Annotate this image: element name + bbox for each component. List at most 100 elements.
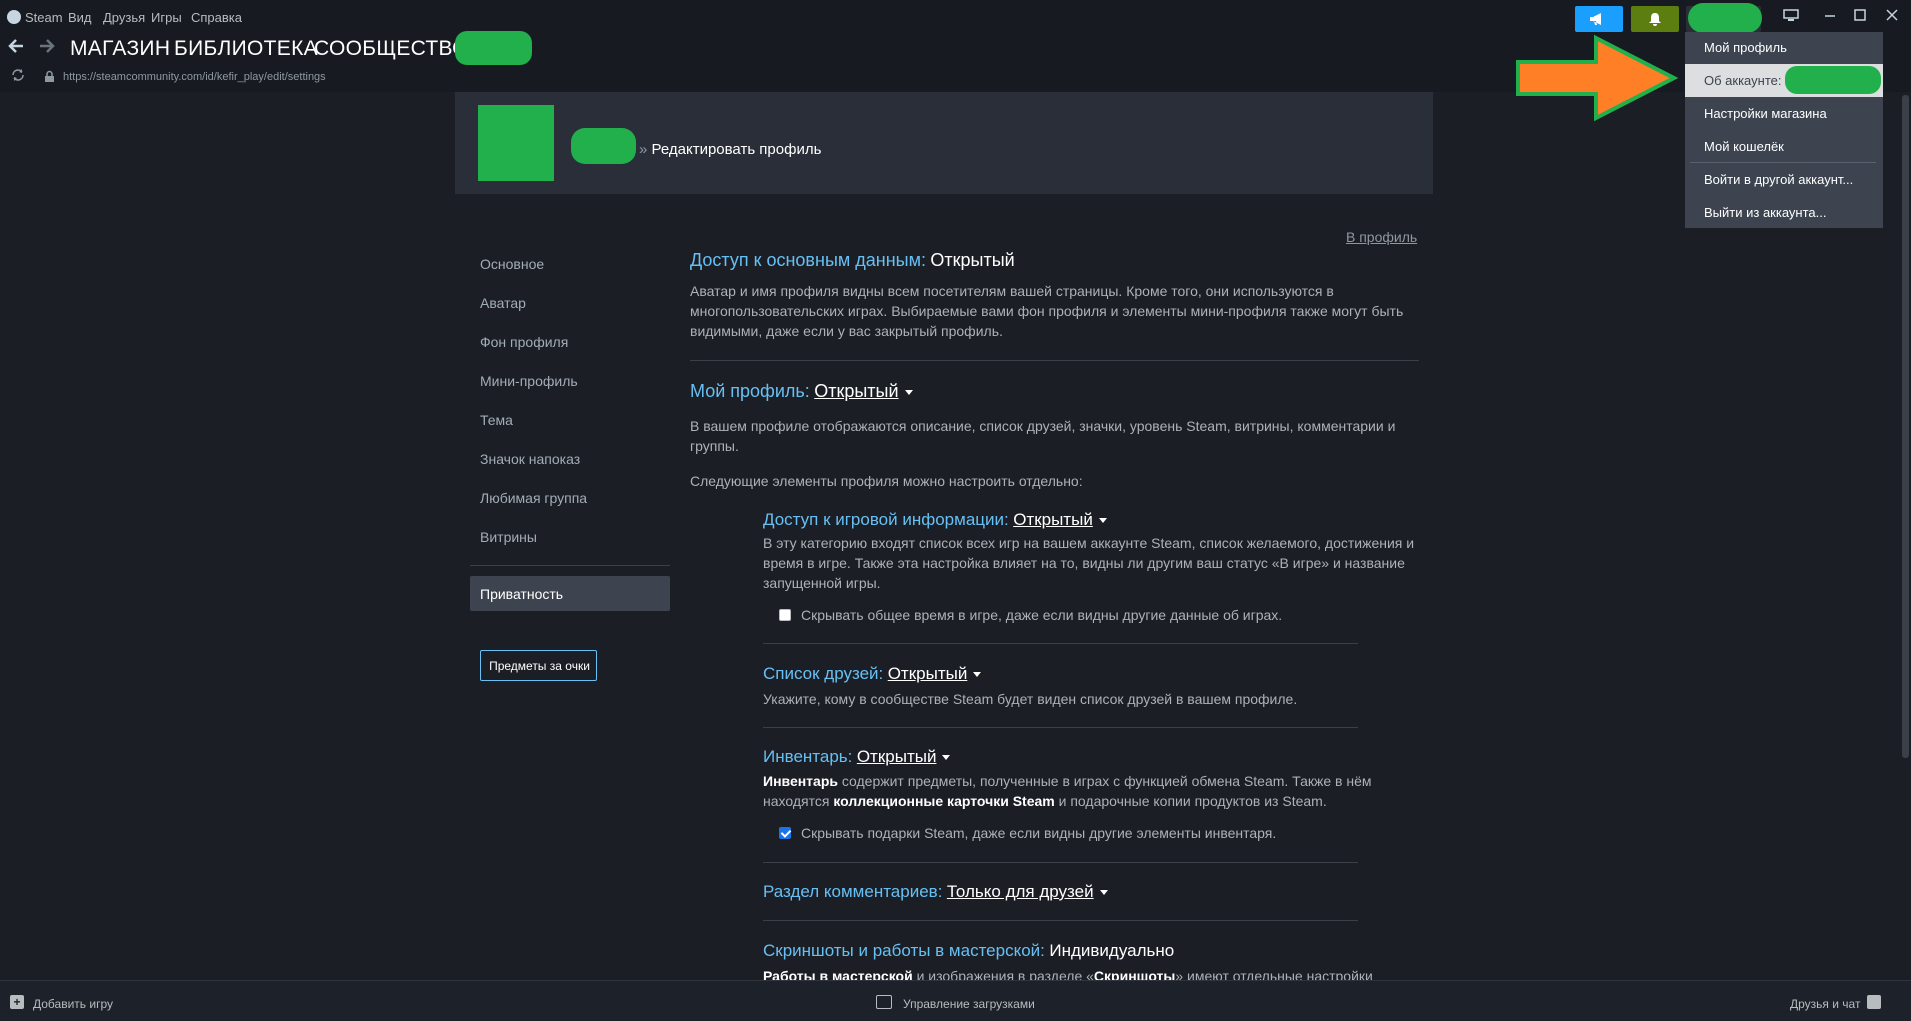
- comments-label: Раздел комментариев:: [763, 882, 943, 901]
- inventory-heading: Инвентарь: Открытый: [763, 747, 951, 767]
- annotation-arrow-icon: [1516, 34, 1679, 122]
- basic-details-heading: Доступ к основным данным: Открытый: [690, 250, 1015, 271]
- desc-bold: Инвентарь: [763, 773, 838, 789]
- points-shop-label: Предметы за очки: [489, 659, 590, 673]
- points-shop-button[interactable]: Предметы за очки: [480, 650, 597, 681]
- back-arrow-icon[interactable]: [6, 36, 26, 62]
- screenshots-value: Индивидуально: [1049, 941, 1175, 960]
- sidebar-item-favorite-group[interactable]: Любимая группа: [480, 490, 587, 506]
- scrollbar-thumb[interactable]: [1902, 95, 1909, 758]
- chevron-down-icon[interactable]: [973, 672, 982, 678]
- desc-line: находятся коллекционные карточки Steam и…: [763, 791, 1423, 811]
- screenshots-label: Скриншоты и работы в мастерской:: [763, 941, 1045, 960]
- menu-store-preferences[interactable]: Настройки магазина: [1704, 106, 1827, 121]
- nav-username-redaction: [455, 31, 532, 65]
- reload-icon[interactable]: [10, 68, 26, 85]
- desc-line: запущенной игры.: [763, 575, 881, 591]
- breadcrumb-separator: »: [639, 141, 648, 158]
- my-profile-desc: В вашем профиле отображаются описание, с…: [690, 416, 1420, 456]
- avatar[interactable]: [478, 105, 554, 181]
- close-icon[interactable]: [1885, 8, 1899, 26]
- chevron-down-icon[interactable]: [904, 390, 913, 396]
- minimize-icon[interactable]: [1823, 8, 1837, 26]
- steam-logo-icon[interactable]: [7, 10, 21, 24]
- to-profile-link[interactable]: В профиль: [1346, 229, 1417, 245]
- chevron-down-icon[interactable]: [1098, 518, 1107, 524]
- lock-icon: [44, 70, 55, 86]
- desc-line: В вашем профиле отображаются описание, с…: [690, 418, 1396, 434]
- desc-line: время в игре. Также эта настройка влияет…: [763, 555, 1405, 571]
- desc-bold: Скриншоты: [1093, 968, 1176, 980]
- menu-help[interactable]: Справка: [191, 10, 242, 25]
- basic-details-label: Доступ к основным данным:: [690, 250, 926, 270]
- comments-heading: Раздел комментариев: Только для друзей: [763, 882, 1108, 902]
- inventory-dropdown[interactable]: Открытый: [857, 747, 937, 766]
- screenshots-heading: Скриншоты и работы в мастерской: Индивид…: [763, 941, 1174, 961]
- screenshots-desc: Работы в мастерской и изображения в разд…: [763, 966, 1373, 980]
- sidebar-item-avatar[interactable]: Аватар: [480, 295, 526, 311]
- friends-chat-icon[interactable]: [1867, 995, 1881, 1009]
- friends-list-dropdown[interactable]: Открытый: [888, 664, 968, 683]
- sidebar-item-background[interactable]: Фон профиля: [480, 334, 568, 350]
- desc-text: содержит предметы, полученные в играх с …: [837, 773, 1372, 789]
- megaphone-icon: [1590, 13, 1601, 25]
- friends-list-heading: Список друзей: Открытый: [763, 664, 982, 684]
- account-dropdown: [1685, 32, 1883, 228]
- menu-account-details-label: Об аккаунте:: [1704, 73, 1782, 88]
- sidebar-item-badge[interactable]: Значок напоказ: [480, 451, 580, 467]
- plus-icon[interactable]: +: [10, 995, 24, 1009]
- menu-sign-out[interactable]: Выйти из аккаунта...: [1704, 205, 1826, 220]
- divider: [690, 360, 1419, 361]
- forward-arrow-icon[interactable]: [37, 36, 57, 62]
- desc-line: Аватар и имя профиля видны всем посетите…: [690, 283, 1334, 299]
- sidebar-item-showcases[interactable]: Витрины: [480, 529, 537, 545]
- divider: [763, 920, 1358, 921]
- nav-library[interactable]: БИБЛИОТЕКА: [174, 37, 318, 61]
- chevron-down-icon[interactable]: [1099, 890, 1108, 896]
- maximize-icon[interactable]: [1853, 8, 1867, 26]
- downloads-button[interactable]: Управление загрузками: [903, 997, 1035, 1011]
- download-icon[interactable]: [876, 995, 892, 1009]
- menu-friends[interactable]: Друзья: [103, 10, 145, 25]
- desc-line: многопользовательских играх. Выбираемые …: [690, 303, 1404, 319]
- divider: [763, 643, 1358, 644]
- divider: [763, 862, 1358, 863]
- game-details-dropdown[interactable]: Открытый: [1013, 510, 1093, 529]
- desc-line: Инвентарь содержит предметы, полученные …: [763, 771, 1423, 791]
- add-game-button[interactable]: Добавить игру: [33, 997, 113, 1011]
- bell-icon: [1649, 13, 1661, 26]
- desc-bold: Работы в мастерской: [763, 968, 913, 980]
- separate-settings-note: Следующие элементы профиля можно настрои…: [690, 473, 1083, 489]
- url-bar[interactable]: https://steamcommunity.com/id/kefir_play…: [63, 71, 326, 83]
- sidebar-item-theme[interactable]: Тема: [480, 412, 513, 428]
- menu-games[interactable]: Игры: [151, 10, 182, 25]
- hide-playtime-label[interactable]: Скрывать общее время в игре, даже если в…: [801, 605, 1282, 625]
- sidebar-item-mini-profile[interactable]: Мини-профиль: [480, 373, 578, 389]
- friends-list-desc: Укажите, кому в сообществе Steam будет в…: [763, 691, 1298, 707]
- friends-chat-button[interactable]: Друзья и чат: [1790, 997, 1860, 1011]
- menu-wallet[interactable]: Мой кошелёк: [1704, 139, 1784, 154]
- nav-store[interactable]: МАГАЗИН: [70, 37, 170, 61]
- comments-dropdown[interactable]: Только для друзей: [947, 882, 1094, 901]
- edit-profile-title: » Редактировать профиль: [639, 141, 821, 158]
- my-profile-dropdown[interactable]: Открытый: [814, 381, 898, 401]
- hide-playtime-checkbox[interactable]: [779, 609, 791, 621]
- hide-gifts-label[interactable]: Скрывать подарки Steam, даже если видны …: [801, 823, 1276, 843]
- sidebar-item-general[interactable]: Основное: [480, 256, 544, 272]
- inventory-label: Инвентарь:: [763, 747, 853, 766]
- menu-my-profile[interactable]: Мой профиль: [1704, 40, 1787, 55]
- nav-community[interactable]: СООБЩЕСТВО: [314, 37, 469, 61]
- friends-list-label: Список друзей:: [763, 664, 884, 683]
- notifications-button[interactable]: [1631, 6, 1679, 32]
- menu-change-account[interactable]: Войти в другой аккаунт...: [1704, 172, 1853, 187]
- big-picture-icon[interactable]: [1783, 8, 1799, 26]
- hide-gifts-checkbox[interactable]: [779, 827, 791, 839]
- announcements-button[interactable]: [1575, 6, 1623, 32]
- inventory-desc: Инвентарь содержит предметы, полученные …: [763, 771, 1423, 811]
- desc-line: группы.: [690, 438, 739, 454]
- menu-steam[interactable]: Steam: [25, 10, 63, 25]
- chevron-down-icon[interactable]: [942, 755, 951, 761]
- sidebar-item-privacy-label: Приватность: [480, 586, 564, 602]
- menu-view[interactable]: Вид: [68, 10, 92, 25]
- my-profile-heading: Мой профиль: Открытый: [690, 381, 913, 402]
